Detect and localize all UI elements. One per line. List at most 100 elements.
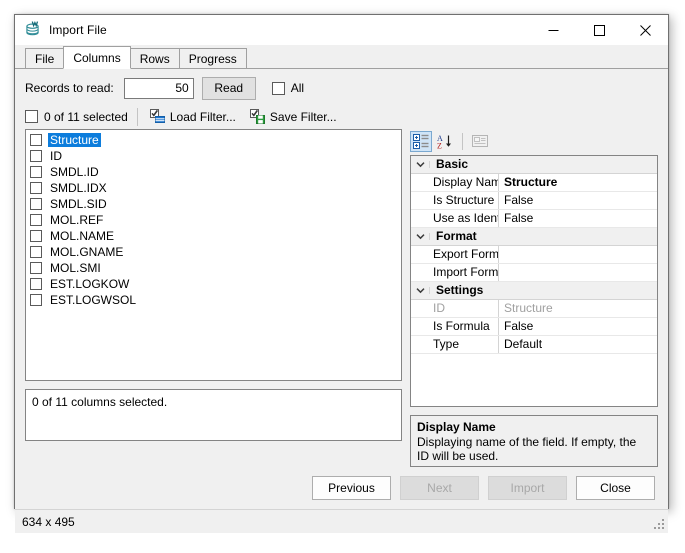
property-value-field[interactable]: Structure: [499, 174, 657, 191]
property-category-label: Settings: [430, 282, 483, 299]
alphabetical-sort-button[interactable]: A Z: [433, 131, 455, 152]
selection-status-panel: 0 of 11 columns selected.: [25, 389, 402, 441]
property-row[interactable]: Display NameStructure: [411, 174, 657, 192]
property-category-label: Format: [430, 228, 477, 245]
select-all-columns-checkbox[interactable]: 0 of 11 selected: [25, 110, 128, 124]
column-name-label: SMDL.ID: [48, 165, 101, 179]
property-value-field[interactable]: Default: [499, 336, 657, 353]
list-item[interactable]: EST.LOGKOW: [26, 276, 401, 292]
left-pane: Structure ID SMDL.IDSMDL.IDXSMDL.SIDMOL.RE…: [25, 129, 402, 467]
window-title: Import File: [49, 23, 107, 37]
property-category-label: Basic: [430, 156, 468, 173]
property-row[interactable]: Import Format: [411, 264, 657, 282]
property-pages-button[interactable]: [469, 131, 491, 152]
column-checkbox[interactable]: [30, 278, 42, 290]
list-item[interactable]: MOL.NAME: [26, 228, 401, 244]
categorized-view-button[interactable]: [410, 131, 432, 152]
list-item[interactable]: SMDL.IDX: [26, 180, 401, 196]
chevron-down-icon[interactable]: [411, 161, 430, 168]
property-row[interactable]: TypeDefault: [411, 336, 657, 354]
app-database-w-icon: [24, 21, 42, 39]
resize-grip[interactable]: [653, 518, 665, 530]
list-item[interactable]: EST.LOGWSOL: [26, 292, 401, 308]
column-checkbox[interactable]: [30, 182, 42, 194]
save-filter-label: Save Filter...: [270, 110, 337, 124]
column-name-label: EST.LOGKOW: [48, 277, 131, 291]
property-name-label: Export Format: [411, 246, 499, 263]
column-name-label: ID: [48, 149, 64, 163]
property-value-field[interactable]: False: [499, 210, 657, 227]
tab-file[interactable]: File: [25, 48, 64, 68]
tab-columns[interactable]: Columns: [63, 46, 130, 69]
import-button[interactable]: Import: [488, 476, 567, 500]
save-filter-icon: [250, 109, 266, 124]
column-checkbox[interactable]: [30, 294, 42, 306]
property-value-field[interactable]: False: [499, 192, 657, 209]
next-button[interactable]: Next: [400, 476, 479, 500]
tab-progress[interactable]: Progress: [179, 48, 247, 68]
read-button[interactable]: Read: [202, 77, 256, 100]
column-checkbox[interactable]: [30, 198, 42, 210]
column-checkbox[interactable]: [30, 214, 42, 226]
property-row[interactable]: IDStructure: [411, 300, 657, 318]
maximize-button[interactable]: [576, 15, 622, 45]
tab-rows[interactable]: Rows: [130, 48, 180, 68]
list-item[interactable]: MOL.SMI: [26, 260, 401, 276]
select-all-columns-checkbox-box[interactable]: [25, 110, 38, 123]
save-filter-button[interactable]: Save Filter...: [247, 107, 340, 126]
records-to-read-input[interactable]: [124, 78, 194, 99]
list-item[interactable]: MOL.REF: [26, 212, 401, 228]
property-category-row[interactable]: Format: [411, 228, 657, 246]
list-item[interactable]: ID: [26, 148, 401, 164]
property-grid-toolbar: A Z: [410, 129, 658, 153]
close-dialog-button[interactable]: Close: [576, 476, 655, 500]
property-value-field[interactable]: [499, 246, 657, 263]
window-size-text: 634 x 495: [22, 515, 75, 529]
property-description-body: Displaying name of the field. If empty, …: [417, 435, 651, 463]
columns-list[interactable]: Structure ID SMDL.IDSMDL.IDXSMDL.SIDMOL.RE…: [25, 129, 402, 381]
selection-status-text: 0 of 11 columns selected.: [32, 395, 167, 409]
all-records-checkbox-box[interactable]: [272, 82, 285, 95]
column-checkbox[interactable]: [30, 246, 42, 258]
chevron-down-icon[interactable]: [411, 287, 430, 294]
property-value-field[interactable]: False: [499, 318, 657, 335]
all-records-checkbox[interactable]: All: [272, 81, 304, 95]
column-name-label: Structure: [48, 133, 101, 147]
property-grid-toolbar-separator: [462, 133, 463, 150]
property-row[interactable]: Is FormulaFalse: [411, 318, 657, 336]
chevron-down-icon[interactable]: [411, 233, 430, 240]
column-checkbox[interactable]: [30, 134, 42, 146]
column-checkbox[interactable]: [30, 262, 42, 274]
right-pane: A Z: [410, 129, 658, 467]
list-item[interactable]: SMDL.SID: [26, 196, 401, 212]
list-item[interactable]: Structure: [26, 132, 401, 148]
property-name-label: Is Structure Colu: [411, 192, 499, 209]
property-name-label: Is Formula: [411, 318, 499, 335]
filters-toolbar: 0 of 11 selected Load Filter...: [15, 104, 668, 129]
property-value-field[interactable]: [499, 264, 657, 281]
property-value-field[interactable]: Structure: [499, 300, 657, 317]
column-name-label: MOL.SMI: [48, 261, 103, 275]
title-bar: Import File: [15, 15, 668, 45]
column-checkbox[interactable]: [30, 150, 42, 162]
column-checkbox[interactable]: [30, 230, 42, 242]
property-row[interactable]: Use as IdentifierFalse: [411, 210, 657, 228]
property-row[interactable]: Export Format: [411, 246, 657, 264]
load-filter-button[interactable]: Load Filter...: [147, 107, 239, 126]
property-category-row[interactable]: Basic: [411, 156, 657, 174]
column-name-label: EST.LOGWSOL: [48, 293, 138, 307]
previous-button[interactable]: Previous: [312, 476, 391, 500]
property-category-row[interactable]: Settings: [411, 282, 657, 300]
list-item[interactable]: MOL.GNAME: [26, 244, 401, 260]
list-item[interactable]: SMDL.ID: [26, 164, 401, 180]
dialog-button-row: Previous Next Import Close: [15, 467, 668, 509]
property-grid[interactable]: BasicDisplay NameStructureIs Structure C…: [410, 155, 658, 407]
column-name-label: MOL.REF: [48, 213, 105, 227]
column-checkbox[interactable]: [30, 166, 42, 178]
minimize-button[interactable]: [530, 15, 576, 45]
close-button[interactable]: [622, 15, 668, 45]
tab-strip: File Columns Rows Progress: [15, 45, 668, 69]
property-description-title: Display Name: [417, 420, 651, 434]
load-filter-label: Load Filter...: [170, 110, 236, 124]
property-row[interactable]: Is Structure ColuFalse: [411, 192, 657, 210]
